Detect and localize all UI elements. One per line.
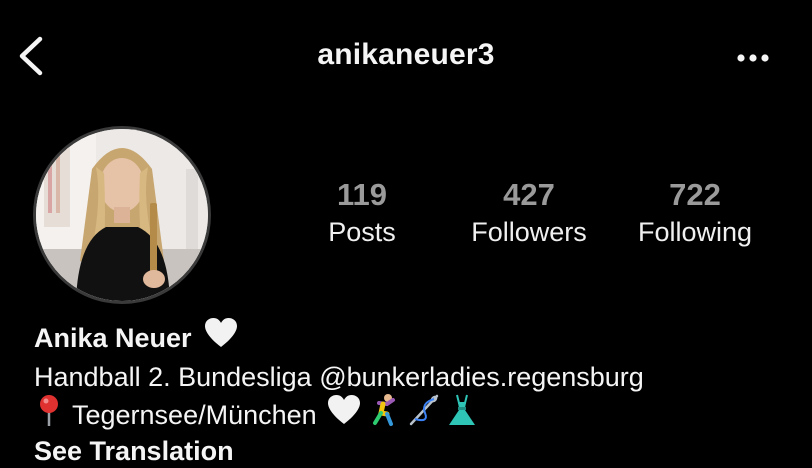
- dancing-person-icon: [367, 393, 401, 437]
- posts-stat[interactable]: 119 Posts: [277, 176, 447, 250]
- followers-count: 427: [503, 177, 555, 212]
- more-options-button[interactable]: [733, 44, 773, 72]
- see-translation-link[interactable]: See Translation: [34, 434, 794, 468]
- profile-display-name: Anika Neuer: [34, 323, 192, 353]
- white-heart-icon: [327, 394, 361, 436]
- profile-header: anikaneuer3: [0, 0, 812, 112]
- bio-location-text: Tegernsee/München: [72, 400, 317, 430]
- sewing-needle-icon: [407, 393, 441, 437]
- white-heart-icon: [204, 317, 238, 360]
- bio-line-handball: Handball 2. Bundesliga @bunkerladies.reg…: [34, 362, 644, 392]
- avatar[interactable]: [33, 126, 211, 304]
- followers-stat[interactable]: 427 Followers: [444, 176, 614, 250]
- ellipsis-icon: [737, 54, 769, 62]
- following-label: Following: [637, 217, 753, 247]
- following-stat[interactable]: 722 Following: [610, 176, 780, 250]
- dress-icon: [447, 393, 477, 437]
- round-pushpin-icon: [34, 393, 64, 437]
- following-count: 722: [669, 177, 721, 212]
- followers-label: Followers: [471, 217, 587, 247]
- posts-label: Posts: [328, 217, 396, 247]
- profile-bio: Anika Neuer Handball 2. Bundesliga @bunk…: [34, 317, 794, 468]
- posts-count: 119: [336, 177, 387, 212]
- profile-username-title: anikaneuer3: [317, 38, 495, 71]
- bio-line-location: Tegernsee/München: [34, 393, 794, 437]
- profile-photo: [36, 129, 208, 301]
- profile-name-row: Anika Neuer: [34, 317, 794, 360]
